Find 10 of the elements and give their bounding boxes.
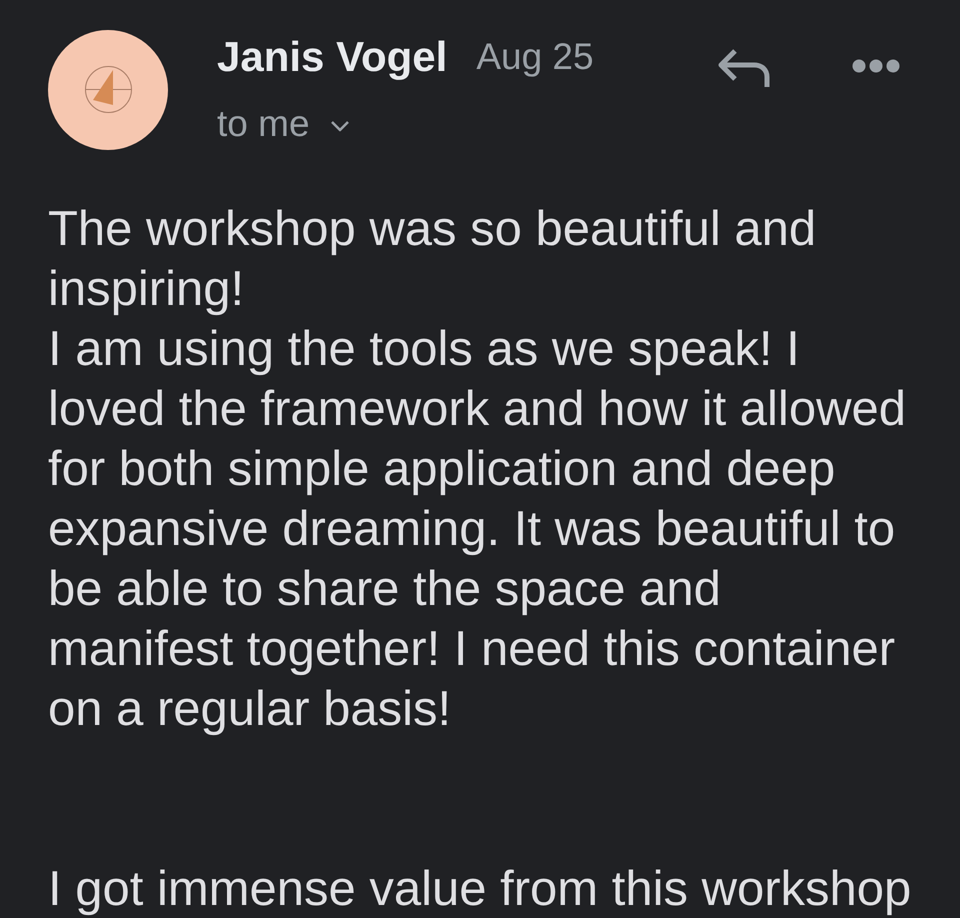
message-date: Aug 25	[476, 35, 594, 79]
body-text: The workshop was so beautiful and inspiring!	[48, 201, 818, 318]
chevron-icon	[330, 120, 350, 132]
recipient-toggle[interactable]: to me	[217, 102, 350, 146]
body-text: I am using the tools as we speak! I loved the framework and how it allowed for both simple application and deep expansive dreaming. It was beautiful to be able to share the space and manifest together! I need this container on a regular basis!	[48, 321, 907, 738]
avatar-icon	[48, 30, 168, 150]
sender-name: Janis Vogel	[217, 32, 448, 82]
body-text: I got immense value from this workshop	[48, 861, 912, 918]
more-icon	[852, 59, 900, 73]
more-button[interactable]	[852, 59, 900, 73]
